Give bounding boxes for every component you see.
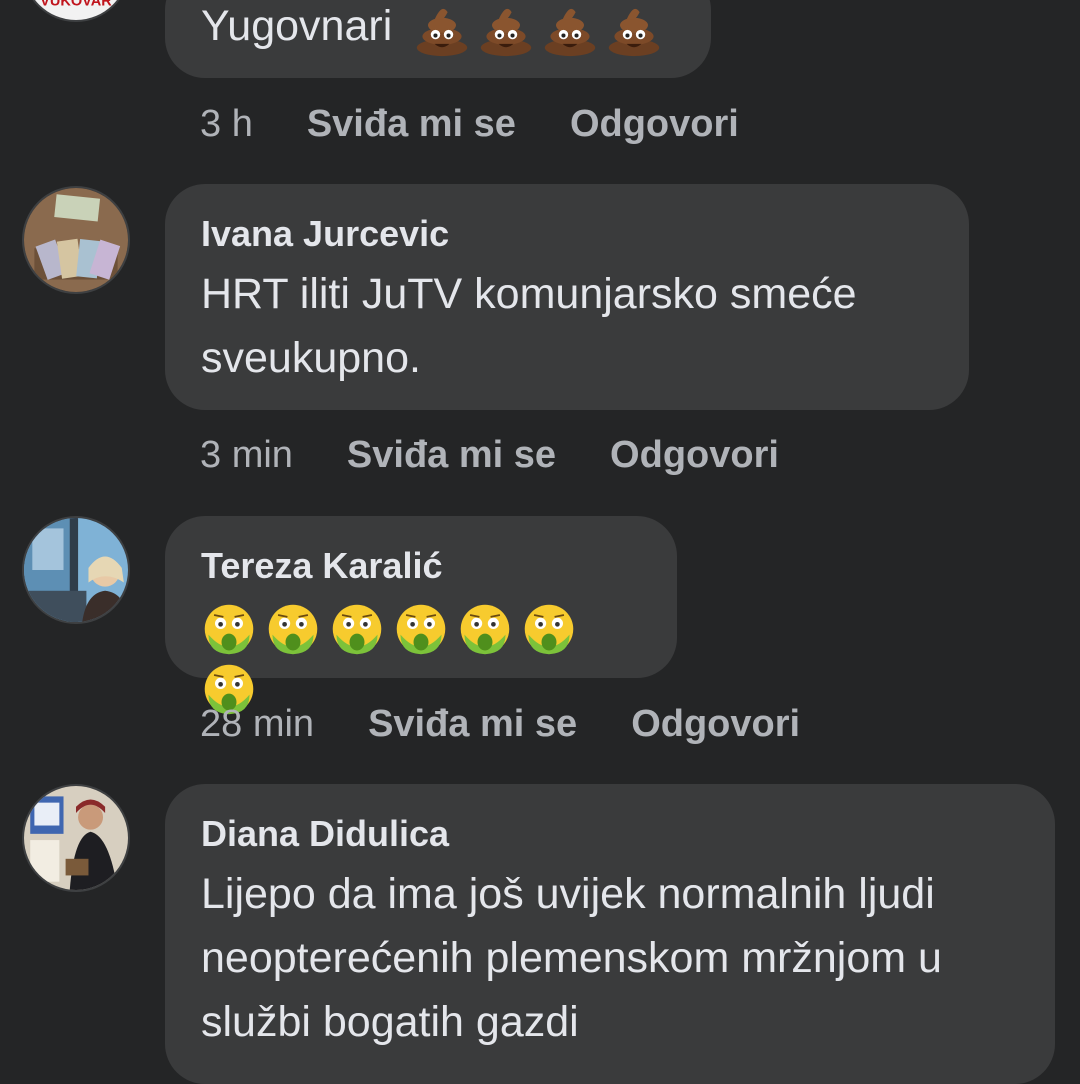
vomiting-face-icon [265, 601, 321, 657]
avatar[interactable] [22, 516, 130, 624]
comment-author[interactable]: Tereza Karalić [201, 544, 641, 588]
comment-author[interactable]: Ivana Jurcevic [201, 212, 933, 256]
vomiting-face-icon [521, 601, 577, 657]
comment-actions: 28 min Sviđa mi se Odgovori [200, 702, 800, 746]
pile-of-poo-icon [478, 1, 534, 57]
vomiting-face-icon [457, 601, 513, 657]
pile-of-poo-icon [542, 1, 598, 57]
vomiting-face-icon [201, 601, 257, 657]
comment-bubble: Tereza Karalić [165, 516, 677, 678]
reply-button[interactable]: Odgovori [631, 702, 800, 746]
comment-text-content: Yugovnari [201, 2, 393, 50]
pile-of-poo-icon [606, 1, 662, 57]
like-button[interactable]: Sviđa mi se [347, 433, 556, 477]
comment-text: Lijepo da ima još uvijek normalnih ljudi… [201, 870, 942, 1046]
comment-bubble: Ivana Jurcevic HRT iliti JuTV komunjarsk… [165, 184, 969, 410]
comment-text [201, 596, 641, 717]
comment-bubble: Diana Didulica Lijepo da ima još uvijek … [165, 784, 1055, 1084]
comment-actions: 3 min Sviđa mi se Odgovori [200, 433, 779, 477]
like-button[interactable]: Sviđa mi se [307, 102, 516, 146]
comment-author[interactable]: Diana Didulica [201, 812, 1019, 856]
avatar-logo-text: VUKOVAR [40, 0, 112, 9]
comment-timestamp[interactable]: 28 min [200, 702, 314, 746]
pile-of-poo-icon [414, 1, 470, 57]
comment-text: Yugovnari [201, 0, 675, 57]
comment-timestamp[interactable]: 3 min [200, 433, 293, 477]
reply-button[interactable]: Odgovori [570, 102, 739, 146]
like-button[interactable]: Sviđa mi se [368, 702, 577, 746]
reply-button[interactable]: Odgovori [610, 433, 779, 477]
avatar[interactable]: VUKOVAR [22, 0, 130, 22]
avatar[interactable] [22, 186, 130, 294]
comment-bubble: Yugovnari [165, 0, 711, 78]
vomiting-face-icon [329, 601, 385, 657]
comment-text: HRT iliti JuTV komunjarsko smeće sveukup… [201, 270, 857, 382]
avatar[interactable] [22, 784, 130, 892]
comment-actions: 3 h Sviđa mi se Odgovori [200, 102, 739, 146]
emoji-row [414, 2, 670, 50]
vomiting-face-icon [393, 601, 449, 657]
comment-timestamp[interactable]: 3 h [200, 102, 253, 146]
